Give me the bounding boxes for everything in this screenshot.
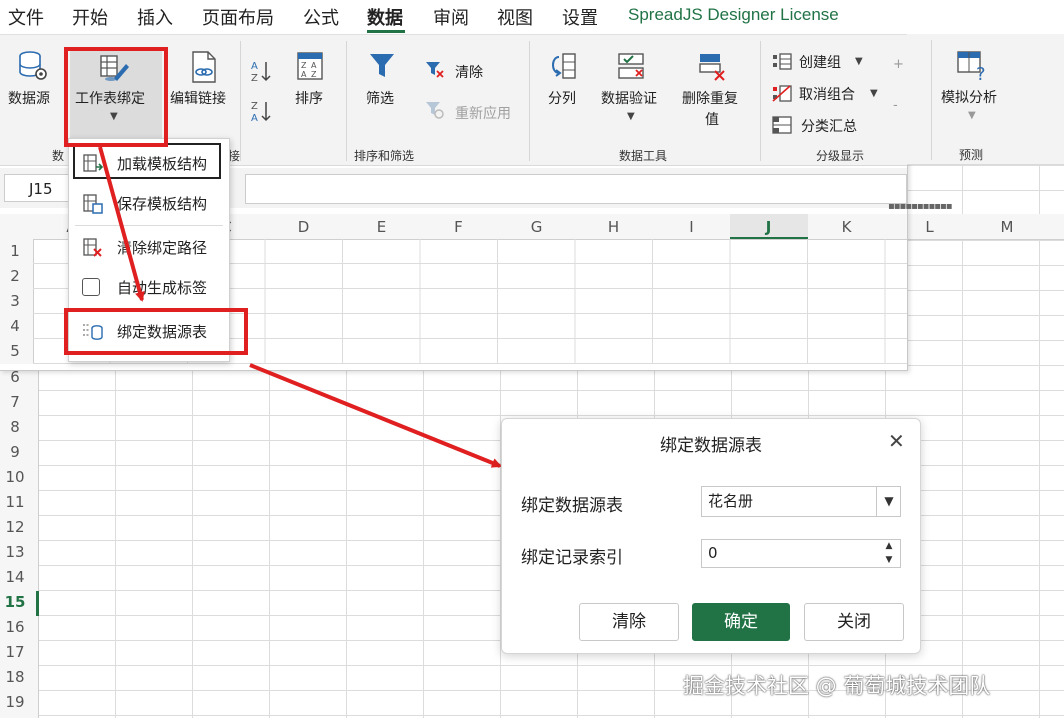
- table-select-value: 花名册: [708, 492, 754, 510]
- arrow-to-menu-item: [98, 146, 145, 302]
- index-value: 0: [708, 544, 718, 562]
- watermark: 掘金技术社区 @ 葡萄城技术团队: [683, 674, 991, 698]
- spinner-down-icon[interactable]: ▼: [878, 553, 900, 567]
- chevron-down-icon[interactable]: ▼: [876, 487, 901, 516]
- table-label: 绑定数据源表: [521, 496, 623, 516]
- index-spinner[interactable]: 0 ▲ ▼: [701, 539, 901, 568]
- dialog-title: 绑定数据源表: [660, 436, 762, 456]
- arrow-to-dialog: [249, 363, 502, 468]
- table-select[interactable]: 花名册 ▼: [701, 486, 901, 517]
- spinner-up-icon[interactable]: ▲: [878, 540, 900, 553]
- bind-data-table-dialog: 绑定数据源表 ✕ 绑定数据源表 花名册 ▼ 绑定记录索引 0 ▲ ▼ 清除 确定…: [501, 418, 921, 654]
- index-label: 绑定记录索引: [521, 548, 623, 568]
- clear-button[interactable]: 清除: [579, 603, 679, 641]
- ok-button[interactable]: 确定: [692, 603, 790, 641]
- close-button[interactable]: 关闭: [804, 603, 904, 641]
- close-icon[interactable]: ✕: [888, 429, 905, 453]
